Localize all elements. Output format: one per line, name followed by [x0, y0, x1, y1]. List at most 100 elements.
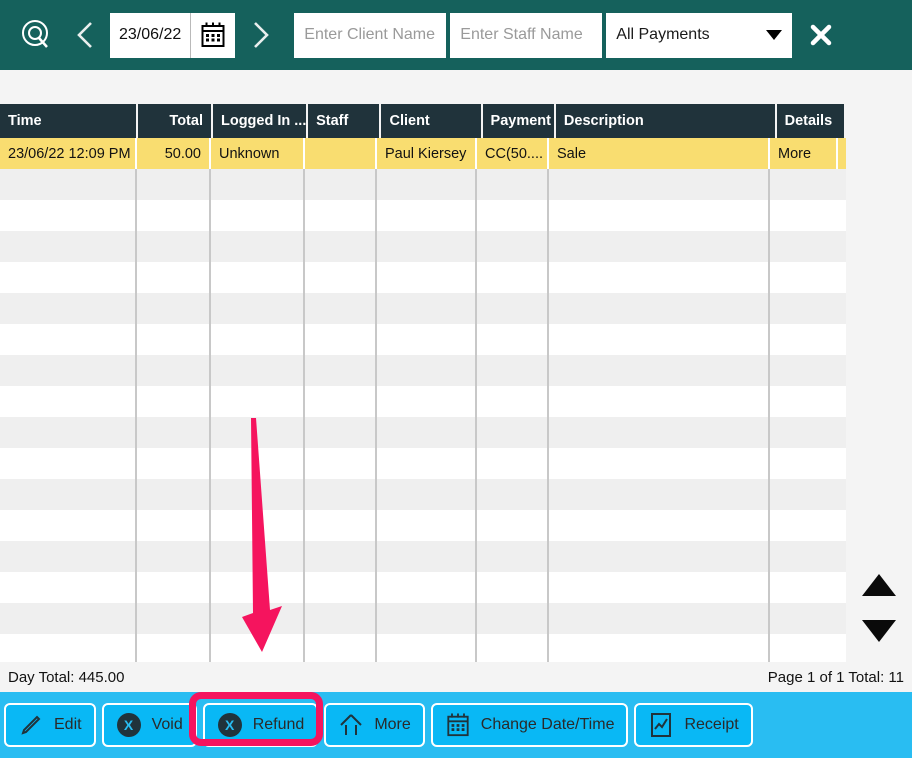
cell-logged_in [211, 200, 305, 231]
table-row[interactable] [0, 479, 846, 510]
cell-staff [305, 479, 377, 510]
close-icon[interactable] [792, 9, 850, 61]
cell-time [0, 293, 137, 324]
table-row[interactable] [0, 634, 846, 665]
cell-total [137, 603, 211, 634]
cell-details [770, 572, 838, 603]
cell-total [137, 231, 211, 262]
cell-client [377, 572, 477, 603]
cell-staff [305, 541, 377, 572]
cell-details [770, 355, 838, 386]
cell-description [549, 200, 770, 231]
cell-details [770, 448, 838, 479]
more-button[interactable]: More [324, 703, 425, 747]
table-row[interactable] [0, 355, 846, 386]
cell-time [0, 386, 137, 417]
cell-client [377, 200, 477, 231]
column-header-total[interactable]: Total [137, 104, 211, 138]
column-header-details[interactable]: Details [776, 104, 845, 138]
staff-name-input[interactable]: Enter Staff Name [450, 12, 603, 58]
button-label: Refund [252, 716, 305, 733]
table-row[interactable] [0, 510, 846, 541]
cell-details [770, 324, 838, 355]
cell-logged_in [211, 262, 305, 293]
calendar-icon[interactable] [191, 13, 235, 58]
arrow-up-icon [338, 712, 364, 738]
date-selector[interactable]: 23/06/22 [110, 12, 236, 58]
day-total-label: Day Total: 445.00 [8, 668, 125, 686]
cell-logged_in [211, 417, 305, 448]
table-row[interactable] [0, 417, 846, 448]
cell-logged_in [211, 386, 305, 417]
cell-details [770, 386, 838, 417]
column-header-client[interactable]: Client [381, 104, 481, 138]
refund-button[interactable]: X Refund [202, 703, 319, 747]
cell-staff [305, 138, 377, 169]
void-button[interactable]: X Void [101, 703, 197, 747]
page-info-label: Page 1 of 1 Total: 11 [767, 668, 904, 686]
edit-button[interactable]: Edit [4, 703, 96, 747]
table-row[interactable] [0, 293, 846, 324]
top-filter-bar: 23/06/22 Enter Client Name Enter Staff N… [0, 0, 912, 70]
change-date-time-button[interactable]: Change Date/Time [430, 703, 629, 747]
column-header-staff[interactable]: Staff [308, 104, 380, 138]
button-label: Edit [54, 716, 82, 733]
cell-time [0, 510, 137, 541]
action-toolbar: Edit X Void X Refund More Change Date/Time Rece… [0, 692, 912, 758]
cell-time [0, 541, 137, 572]
cell-total [137, 200, 211, 231]
cell-payment [477, 417, 549, 448]
cell-client [377, 510, 477, 541]
cell-payment: CC(50.... [477, 138, 549, 169]
cell-client [377, 479, 477, 510]
table-row[interactable] [0, 541, 846, 572]
cell-description [549, 355, 770, 386]
table-row[interactable] [0, 603, 846, 634]
column-header-payment[interactable]: Payment [482, 104, 554, 138]
cell-logged_in [211, 479, 305, 510]
table-body: 23/06/22 12:09 PM 50.00 Unknown Paul Kierse… [0, 138, 846, 665]
cell-logged_in [211, 510, 305, 541]
button-label: Receipt [684, 716, 739, 733]
cell-time [0, 262, 137, 293]
column-header-description[interactable]: Description [555, 104, 775, 138]
table-header-row: Time Total Logged In ... Staff Client Payment… [0, 104, 846, 138]
cell-staff [305, 169, 377, 200]
cell-total [137, 386, 211, 417]
next-day-button[interactable] [237, 9, 283, 61]
cell-staff [305, 603, 377, 634]
cell-client [377, 417, 477, 448]
triangle-up-icon[interactable] [862, 574, 896, 596]
cell-time: 23/06/22 12:09 PM [0, 138, 137, 169]
cell-staff [305, 262, 377, 293]
transactions-screen: 23/06/22 Enter Client Name Enter Staff N… [0, 0, 912, 758]
cell-time [0, 355, 137, 386]
table-row[interactable] [0, 262, 846, 293]
triangle-down-icon[interactable] [862, 620, 896, 642]
table-row[interactable] [0, 386, 846, 417]
previous-day-button[interactable] [62, 9, 108, 61]
table-row[interactable] [0, 200, 846, 231]
table-row[interactable] [0, 231, 846, 262]
cell-payment [477, 572, 549, 603]
table-row[interactable] [0, 572, 846, 603]
x-circle-icon: X [217, 712, 243, 738]
table-row[interactable]: 23/06/22 12:09 PM 50.00 Unknown Paul Kierse… [0, 138, 846, 169]
client-name-input[interactable]: Enter Client Name [294, 12, 447, 58]
cell-payment [477, 603, 549, 634]
column-header-time[interactable]: Time [0, 104, 136, 138]
table-row[interactable] [0, 448, 846, 479]
cell-time [0, 417, 137, 448]
cell-logged_in [211, 541, 305, 572]
table-row[interactable] [0, 324, 846, 355]
cell-total [137, 293, 211, 324]
column-header-logged_in[interactable]: Logged In ... [212, 104, 307, 138]
payment-filter-select[interactable]: All Payments [606, 12, 793, 58]
table-row[interactable] [0, 169, 846, 200]
search-icon[interactable] [10, 9, 62, 61]
cell-staff [305, 355, 377, 386]
cell-client [377, 262, 477, 293]
pencil-icon [18, 712, 44, 738]
x-circle-icon: X [116, 712, 142, 738]
receipt-button[interactable]: Receipt [634, 703, 753, 747]
